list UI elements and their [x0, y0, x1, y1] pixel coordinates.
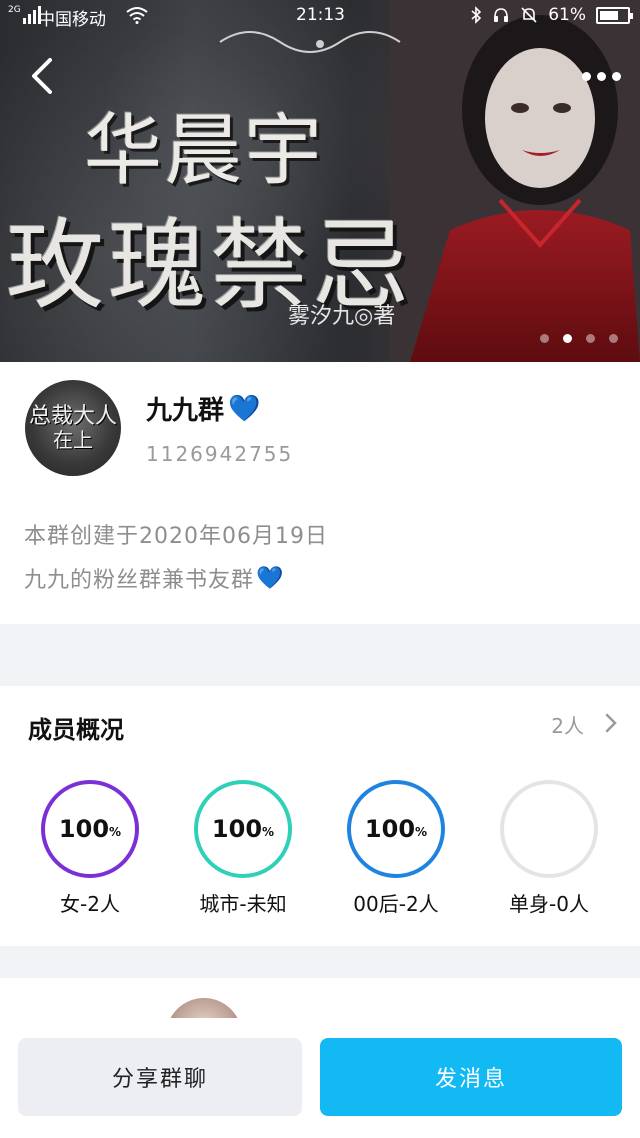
group-avatar[interactable]: 总裁大人 在上 [25, 380, 121, 476]
stat-percent: 100 [364, 815, 416, 843]
carousel-dot[interactable] [586, 334, 595, 343]
carrier-name: 中国移动 [38, 10, 106, 30]
battery-percent: 61% [548, 5, 586, 25]
share-group-button[interactable]: 分享群聊 [18, 1038, 302, 1116]
carousel-dot[interactable] [540, 334, 549, 343]
network-type-label: 2G [8, 5, 21, 15]
signal-icon: 2G [8, 6, 41, 24]
group-name-text: 九九群 [146, 396, 225, 426]
carousel-dot-active[interactable] [563, 334, 572, 343]
carousel-indicator [540, 334, 618, 343]
headset-icon [494, 8, 509, 22]
wifi-icon [126, 7, 148, 24]
clock: 21:13 [296, 5, 345, 25]
group-name: 九九群 💙 [146, 390, 260, 427]
stat-label: 城市-未知 [199, 892, 287, 916]
blue-heart-icon: 💙 [256, 565, 285, 591]
member-count[interactable]: 2人 [551, 710, 584, 739]
group-banner[interactable]: 华晨宇 玫瑰禁忌 雾汐九◎著 2G 中国移动 21:13 61% [0, 0, 640, 362]
stat-gender[interactable]: 100% 女-2人 [20, 780, 160, 917]
group-description-text: 九九的粉丝群兼书友群 [24, 568, 255, 593]
stat-ring-gender: 100% [41, 780, 139, 878]
cover-title-line1: 华晨宇 [84, 106, 325, 196]
members-section-title: 成员概况 [28, 716, 124, 744]
stat-percent: 100 [211, 815, 263, 843]
stat-label: 女-2人 [60, 892, 120, 916]
blue-heart-icon: 💙 [228, 393, 261, 424]
members-overview: 成员概况 2人 100% 女-2人 100% 城市-未知 100% 00后-2人… [0, 686, 640, 946]
stat-ring-city: 100% [194, 780, 292, 878]
stat-label: 单身-0人 [509, 892, 589, 916]
avatar-text-line1: 总裁大人 [28, 404, 117, 429]
group-created-date: 本群创建于2020年06月19日 [24, 524, 328, 549]
cover-author: 雾汐九◎著 [288, 304, 396, 329]
stat-unit: % [262, 825, 275, 839]
group-description: 九九的粉丝群兼书友群 💙 [24, 562, 284, 594]
chevron-right-icon[interactable] [604, 712, 618, 734]
bottom-action-bar: 分享群聊 发消息 [0, 1018, 640, 1138]
status-bar: 2G 中国移动 21:13 61% [0, 0, 640, 34]
more-options-icon[interactable] [582, 64, 622, 88]
back-arrow-icon[interactable] [24, 54, 64, 98]
stat-unit: % [415, 825, 428, 839]
stat-city[interactable]: 100% 城市-未知 [173, 780, 313, 917]
battery-icon [596, 6, 633, 24]
bluetooth-icon [471, 6, 482, 24]
group-info-card: 总裁大人 在上 九九群 💙 1126942755 本群创建于2020年06月19… [0, 362, 640, 624]
stat-label: 00后-2人 [353, 892, 439, 916]
avatar-text-line2: 在上 [53, 428, 93, 452]
stat-ring-single [500, 780, 598, 878]
mute-bell-icon [521, 7, 537, 23]
stat-age[interactable]: 100% 00后-2人 [326, 780, 466, 917]
stat-ring-age: 100% [347, 780, 445, 878]
stat-unit: % [109, 825, 122, 839]
group-id[interactable]: 1126942755 [146, 442, 293, 466]
stat-single[interactable]: 单身-0人 [479, 780, 619, 917]
send-message-button[interactable]: 发消息 [320, 1038, 622, 1116]
stat-percent: 100 [58, 815, 110, 843]
carousel-dot[interactable] [609, 334, 618, 343]
